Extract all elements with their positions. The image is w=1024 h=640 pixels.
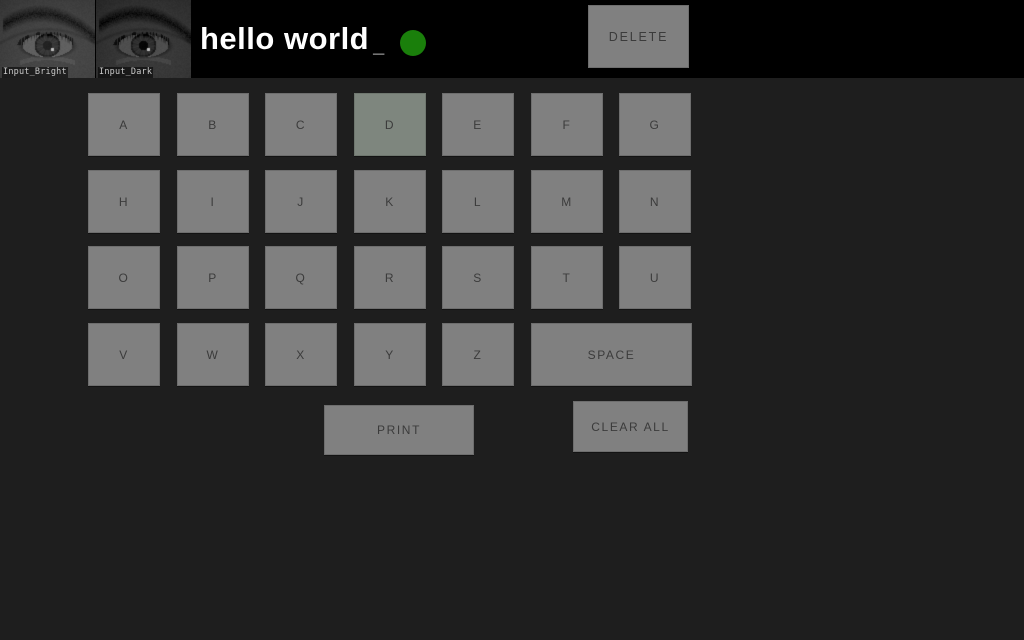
clear-all-button[interactable]: CLEAR ALL (573, 401, 688, 452)
key-g[interactable]: G (619, 93, 691, 156)
key-o[interactable]: O (88, 246, 160, 309)
preview-input-bright: Input_Bright (0, 0, 95, 78)
key-m[interactable]: M (531, 170, 603, 233)
key-n[interactable]: N (619, 170, 691, 233)
print-button[interactable]: PRINT (324, 405, 474, 455)
key-i[interactable]: I (177, 170, 249, 233)
key-l[interactable]: L (442, 170, 514, 233)
key-x[interactable]: X (265, 323, 337, 386)
key-z[interactable]: Z (442, 323, 514, 386)
key-y[interactable]: Y (354, 323, 426, 386)
space-button[interactable]: SPACE (531, 323, 692, 386)
key-s[interactable]: S (442, 246, 514, 309)
delete-button[interactable]: DELETE (588, 5, 689, 68)
key-w[interactable]: W (177, 323, 249, 386)
typed-text: hello world (200, 22, 369, 56)
preview-input-dark: Input_Dark (96, 0, 191, 78)
status-indicator-dot (400, 30, 426, 56)
key-q[interactable]: Q (265, 246, 337, 309)
key-d[interactable]: D (354, 93, 426, 156)
key-t[interactable]: T (531, 246, 603, 309)
key-r[interactable]: R (354, 246, 426, 309)
key-h[interactable]: H (88, 170, 160, 233)
key-u[interactable]: U (619, 246, 691, 309)
preview-label-dark: Input_Dark (98, 67, 153, 78)
key-c[interactable]: C (265, 93, 337, 156)
key-p[interactable]: P (177, 246, 249, 309)
text-readout: hello world _ (200, 17, 426, 61)
key-j[interactable]: J (265, 170, 337, 233)
gaze-keyboard-app: Input_Bright Input_Dark hello world _ DE… (0, 0, 1024, 640)
key-a[interactable]: A (88, 93, 160, 156)
key-e[interactable]: E (442, 93, 514, 156)
text-caret: _ (373, 35, 384, 58)
key-b[interactable]: B (177, 93, 249, 156)
preview-label-bright: Input_Bright (2, 67, 68, 78)
key-v[interactable]: V (88, 323, 160, 386)
key-f[interactable]: F (531, 93, 603, 156)
key-k[interactable]: K (354, 170, 426, 233)
